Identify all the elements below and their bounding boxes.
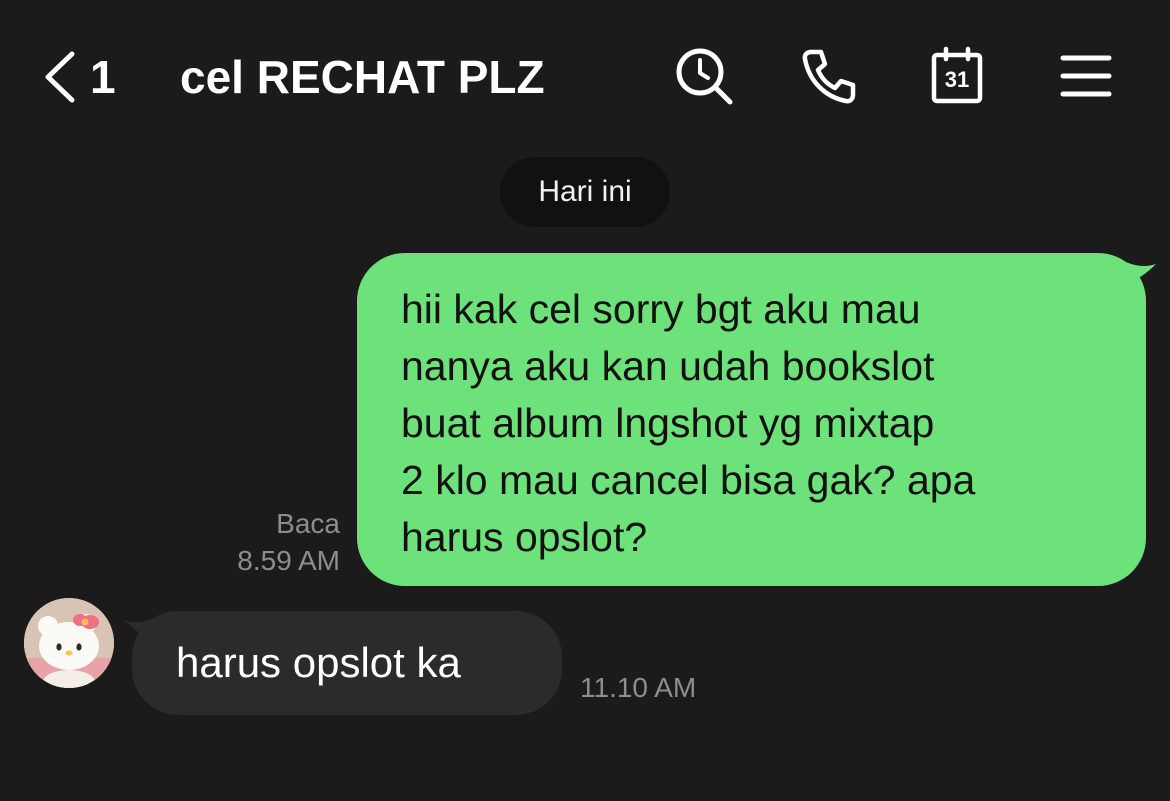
menu-icon [1060,55,1112,97]
back-button[interactable]: 1 [40,48,135,106]
phone-icon [802,49,856,104]
read-receipt: Baca [276,508,340,539]
search-button[interactable] [672,44,736,108]
message-meta-outgoing: Baca 8.59 AM [237,505,340,579]
back-chevron-icon [45,51,75,103]
message-text: harus opslot ka [176,639,461,686]
incoming-message-bubble[interactable]: harus opslot ka [132,611,562,715]
message-line: 2 klo mau cancel bisa gak? apa [401,457,976,503]
message-line: nanya aku kan udah bookslot [401,343,935,389]
unread-count: 1 [90,51,116,103]
calendar-day-number: 31 [945,67,969,92]
calendar-button[interactable]: 31 [925,44,989,108]
message-time: 8.59 AM [237,545,340,576]
chat-title: cel RECHAT PLZ [180,51,545,103]
outgoing-message-bubble[interactable]: hii kak cel sorry bgt aku mau nanya aku … [357,253,1146,586]
call-button[interactable] [797,44,861,108]
menu-button[interactable] [1054,44,1118,108]
hello-kitty-avatar-icon [24,598,114,688]
message-time: 11.10 AM [580,672,697,703]
date-separator: Hari ini [500,157,670,227]
chat-header: 1 cel RECHAT PLZ 31 [0,0,1170,150]
avatar[interactable] [24,598,114,688]
message-line: buat album lngshot yg mixtap [401,400,935,446]
search-icon [676,48,733,105]
message-line: harus opslot? [401,514,648,560]
message-line: hii kak cel sorry bgt aku mau [401,286,921,332]
calendar-icon: 31 [931,46,983,104]
